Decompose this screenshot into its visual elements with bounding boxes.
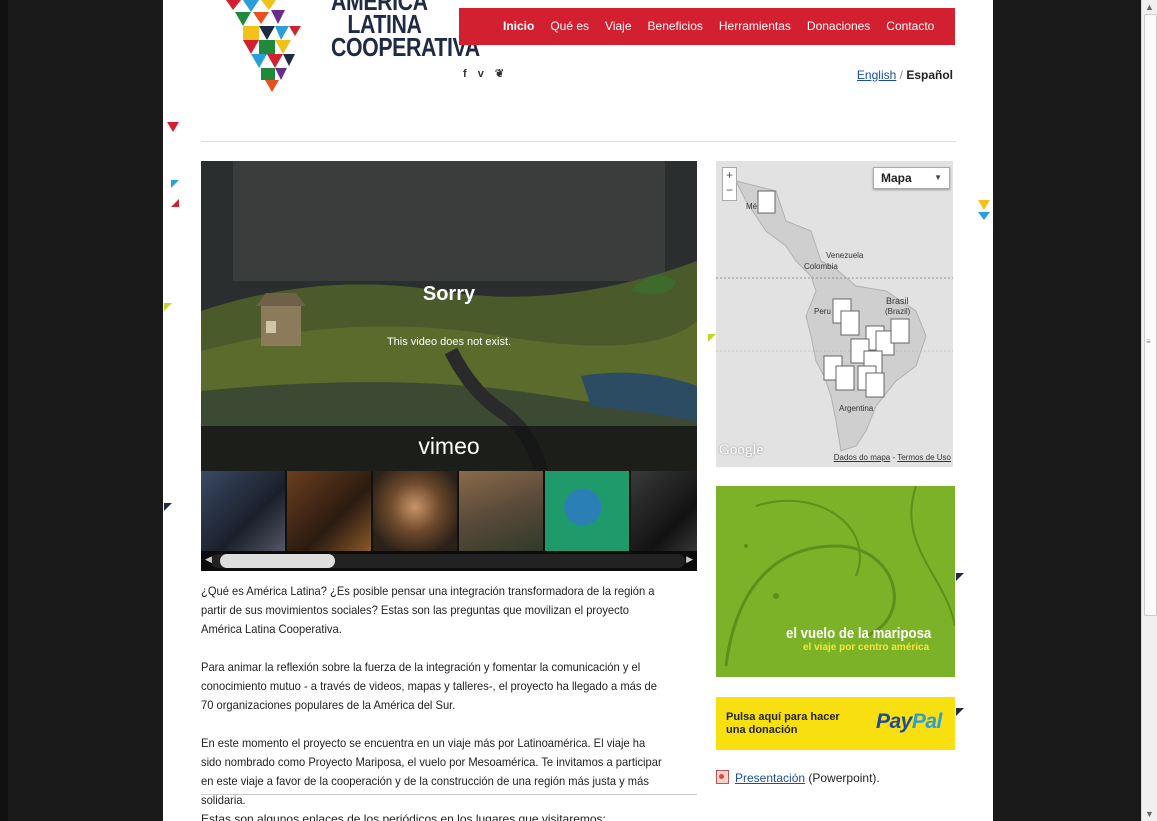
zoom-out-button[interactable]: − [723,183,736,198]
map-type-label: Mapa [881,171,912,185]
decor-triangle [956,708,964,716]
video-thumbnail[interactable] [545,471,629,551]
scroll-down-icon[interactable]: ▼ [1145,809,1154,819]
vimeo-icon[interactable]: v [478,68,488,80]
map-label-peru: Peru [814,307,831,316]
content-divider [201,794,697,795]
decor-triangle [978,200,990,210]
video-thumbnail[interactable] [201,471,285,551]
map-label-venezuela: Venezuela [826,251,864,260]
video-thumbnail-strip [201,471,697,551]
map-widget[interactable]: + − Mapa ▼ Mé Venezuela Colombia Brasil … [716,161,953,467]
mariposa-banner[interactable]: el vuelo de la mariposa el viaje por cen… [716,486,955,677]
twitter-icon[interactable]: ❦ [495,68,508,80]
paypal-donate-button[interactable]: Pulsa aquí para hacer una donación PayPa… [716,697,955,750]
map-terms-link[interactable]: Termos de Uso [897,453,951,462]
window-left-edge [0,0,8,821]
facebook-icon[interactable]: f [463,68,471,80]
donate-label: Pulsa aquí para hacer una donación [726,711,840,736]
video-error-title: Sorry [422,283,476,305]
map-label-brasil: Brasil [886,296,909,306]
decor-triangle [171,199,179,207]
map-data-link[interactable]: Dados do mapa [834,453,890,462]
nav-item-inicio[interactable]: Inicio [503,19,534,33]
nav-item-viaje[interactable]: Viaje [605,19,631,33]
intro-paragraph-3: En este momento el proyecto se encuentra… [201,736,662,807]
google-logo: Google [719,442,764,458]
zoom-in-button[interactable]: + [723,168,736,183]
video-error-message: This video does not exist. [386,336,512,348]
video-thumbnail[interactable] [373,471,457,551]
video-player[interactable]: Sorry This video does not exist. vimeo [201,161,697,471]
map-label-brasil-en: (Brazil) [885,307,911,316]
main-nav: Inicio Qué es Viaje Beneficios Herramien… [459,8,955,45]
vertical-scroll-thumb[interactable] [1144,14,1157,616]
decor-triangle [167,122,179,132]
banner-title: el vuelo de la mariposa [786,625,932,642]
nav-item-contacto[interactable]: Contacto [886,19,934,33]
scroll-right-icon[interactable]: ▶ [686,554,693,565]
decor-triangle [171,180,179,188]
map-label-argentina: Argentina [839,404,874,413]
paypal-logo-pay: Pay [876,710,912,733]
scroll-up-icon[interactable]: ▲ [1145,2,1154,12]
lang-separator: / [899,68,903,82]
browser-vertical-scrollbar[interactable]: ▲ ≡ ▼ [1141,0,1157,821]
video-thumbnail[interactable] [459,471,543,551]
site-logo[interactable]: AMERICA LATINA COOPERATIVA [221,0,480,95]
lang-english-link[interactable]: English [857,68,896,82]
paypal-logo-pal: Pal [911,710,943,733]
decor-triangle [164,303,172,311]
decor-triangle [978,212,990,220]
header-divider [201,141,956,142]
video-thumbnail[interactable] [287,471,371,551]
web-page: AMERICA LATINA COOPERATIVA Inicio Qué es… [163,0,993,821]
presentation-suffix: (Powerpoint). [805,771,880,785]
presentation-link[interactable]: Presentación [735,771,805,785]
lang-spanish-current[interactable]: Español [906,68,953,82]
nav-item-donaciones[interactable]: Donaciones [807,19,870,33]
scroll-grip-icon: ≡ [1146,337,1151,346]
chevron-down-icon: ▼ [934,173,942,182]
intro-paragraph-1: ¿Qué es América Latina? ¿Es posible pens… [201,584,655,636]
nav-item-beneficios[interactable]: Beneficios [648,19,703,33]
thumbnail-scrollbar[interactable]: ◀ ▶ [201,551,697,571]
links-intro-text: Estas son algunos enlaces de los periódi… [201,812,606,821]
logo-line-3: COOPERATIVA [331,32,480,62]
nav-item-herramientas[interactable]: Herramientas [719,19,791,33]
scrollbar-thumb[interactable] [220,554,335,568]
decor-triangle [164,503,172,511]
powerpoint-file-icon [716,770,729,784]
map-type-select[interactable]: Mapa ▼ [873,167,950,189]
decor-triangle [956,573,964,581]
intro-paragraph-2: Para animar la reflexión sobre la fuerza… [201,660,657,712]
vimeo-brand: vimeo [418,433,480,459]
presentation-link-row: Presentación (Powerpoint). [716,770,880,785]
language-switcher: English / Español [857,68,953,82]
nav-item-que-es[interactable]: Qué es [550,19,589,33]
video-thumbnail[interactable] [631,471,697,551]
banner-subtitle: el viaje por centro américa [803,642,930,653]
logo-wordmark: AMERICA LATINA COOPERATIVA [331,0,480,62]
map-label-colombia: Colombia [804,262,838,271]
map-zoom-control: + − [722,167,737,201]
social-links: f v ❦ [463,67,508,80]
logo-mosaic-icon [226,0,301,92]
map-label-mexico: Mé [746,202,758,211]
video-background-scene [201,161,697,471]
map-attribution: Dados do mapa - Termos de Uso [834,453,951,462]
intro-text: ¿Qué es América Latina? ¿Es posible pens… [201,582,666,821]
decor-triangle [708,334,716,342]
paypal-logo: PayPal [876,710,942,734]
scroll-left-icon[interactable]: ◀ [205,554,212,565]
